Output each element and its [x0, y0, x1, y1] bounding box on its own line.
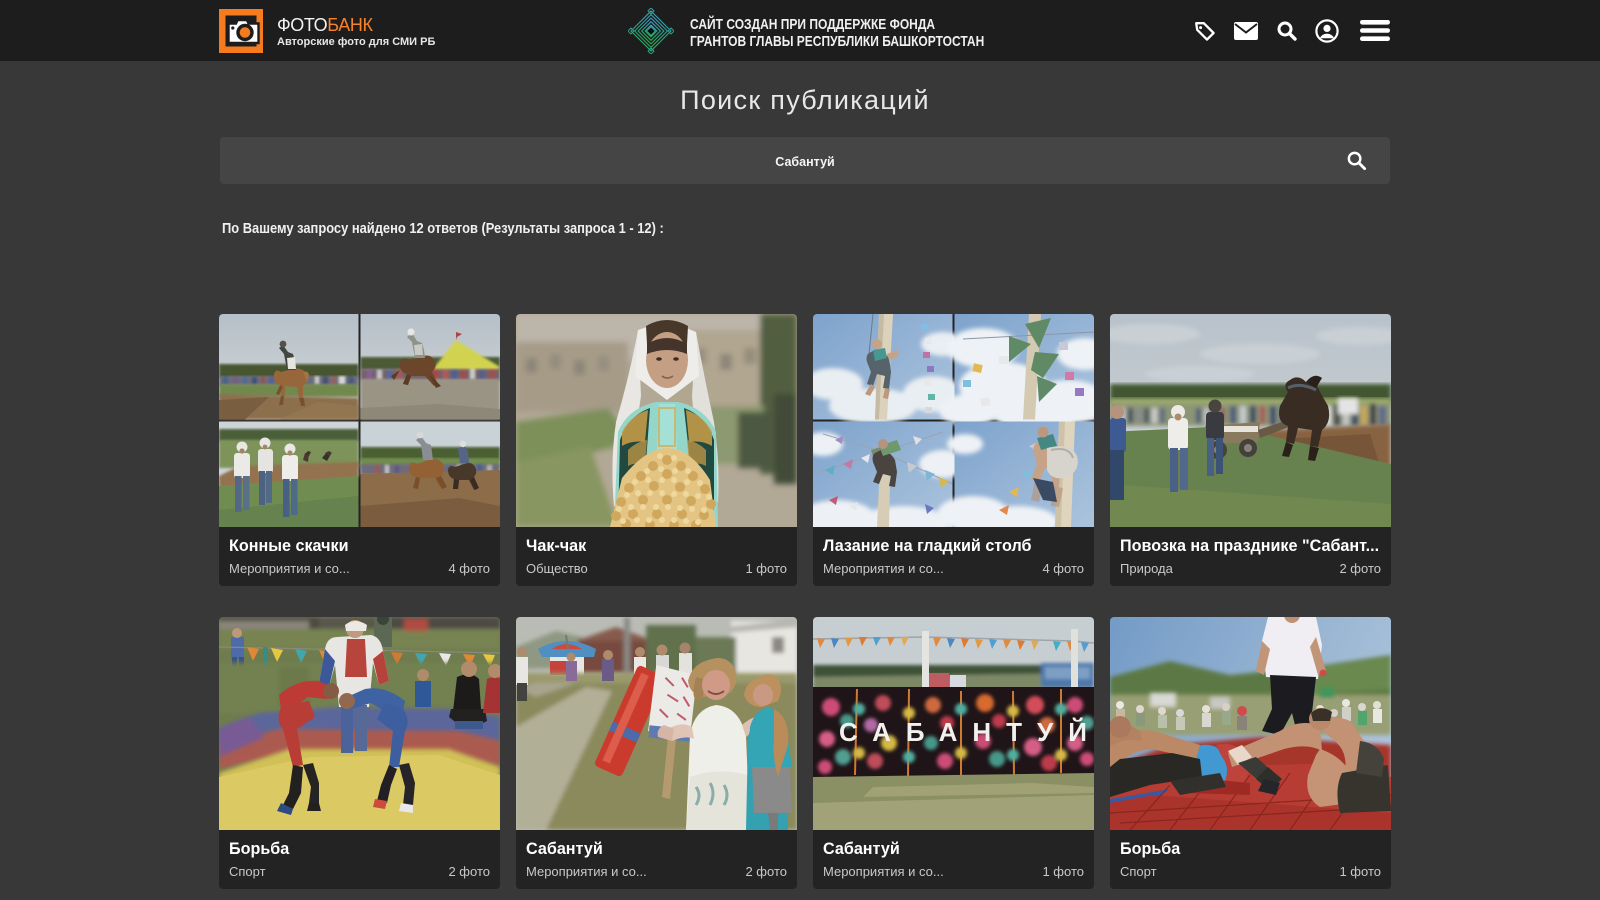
svg-text:САБАНТУЙ: САБАНТУЙ	[839, 717, 1094, 747]
